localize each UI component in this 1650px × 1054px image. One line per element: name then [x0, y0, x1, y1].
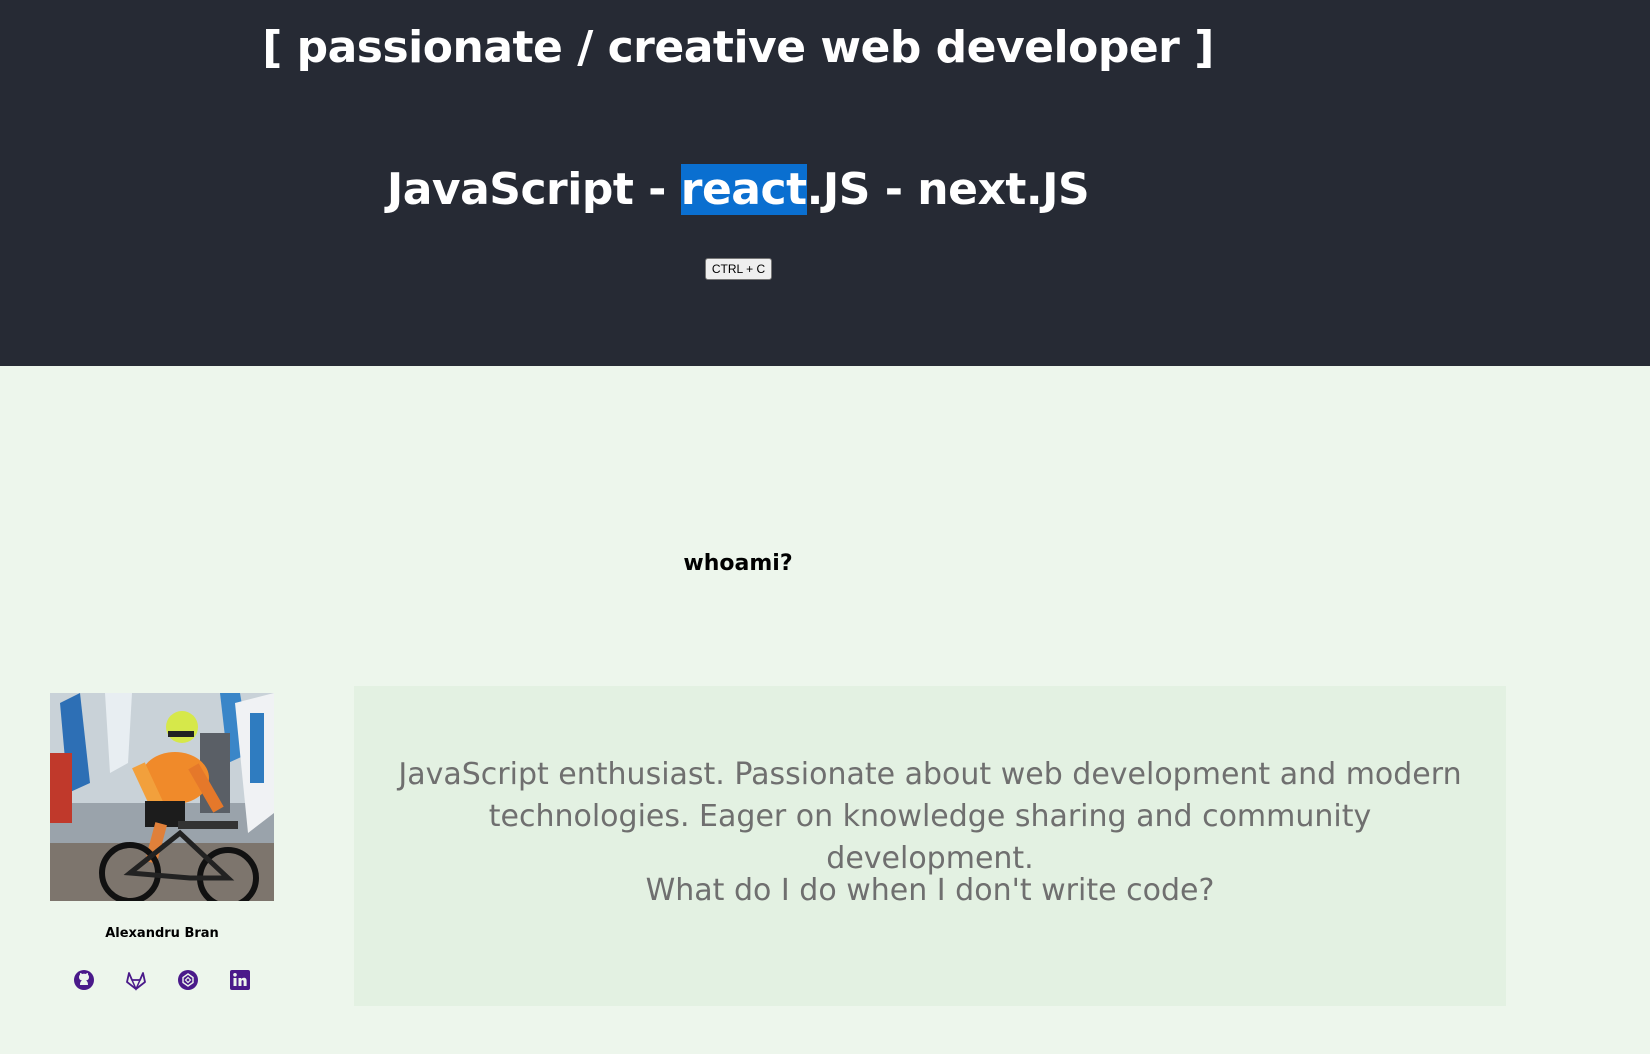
- tech-stack-heading: JavaScript - react.JS - next.JS: [0, 158, 1476, 222]
- bio-card: JavaScript enthusiast. Passionate about …: [354, 686, 1506, 1006]
- author-name: Alexandru Bran: [105, 926, 219, 941]
- bio-text: JavaScript enthusiast. Passionate about …: [398, 757, 1462, 876]
- linkedin-icon: [230, 970, 250, 990]
- whoami-heading: whoami?: [683, 551, 793, 576]
- author-photo: [50, 693, 274, 901]
- github-icon: [74, 970, 94, 990]
- social-links: [70, 968, 260, 992]
- bio-question: What do I do when I don't write code?: [645, 873, 1215, 908]
- gitlab-icon: [126, 972, 146, 991]
- tech-react-next: .JS - next.JS: [806, 164, 1090, 215]
- codepen-link[interactable]: [176, 968, 200, 992]
- tech-javascript: JavaScript -: [386, 164, 681, 215]
- copy-button[interactable]: CTRL + C: [705, 258, 772, 280]
- github-link[interactable]: [72, 968, 96, 992]
- gitlab-link[interactable]: [124, 968, 148, 992]
- tech-react-selected-text: react: [680, 164, 807, 215]
- hero-section: [ passionate / creative web developer ] …: [0, 0, 1650, 366]
- hero-title: [ passionate / creative web developer ]: [262, 22, 1214, 73]
- codepen-icon: [178, 970, 198, 990]
- linkedin-link[interactable]: [228, 968, 252, 992]
